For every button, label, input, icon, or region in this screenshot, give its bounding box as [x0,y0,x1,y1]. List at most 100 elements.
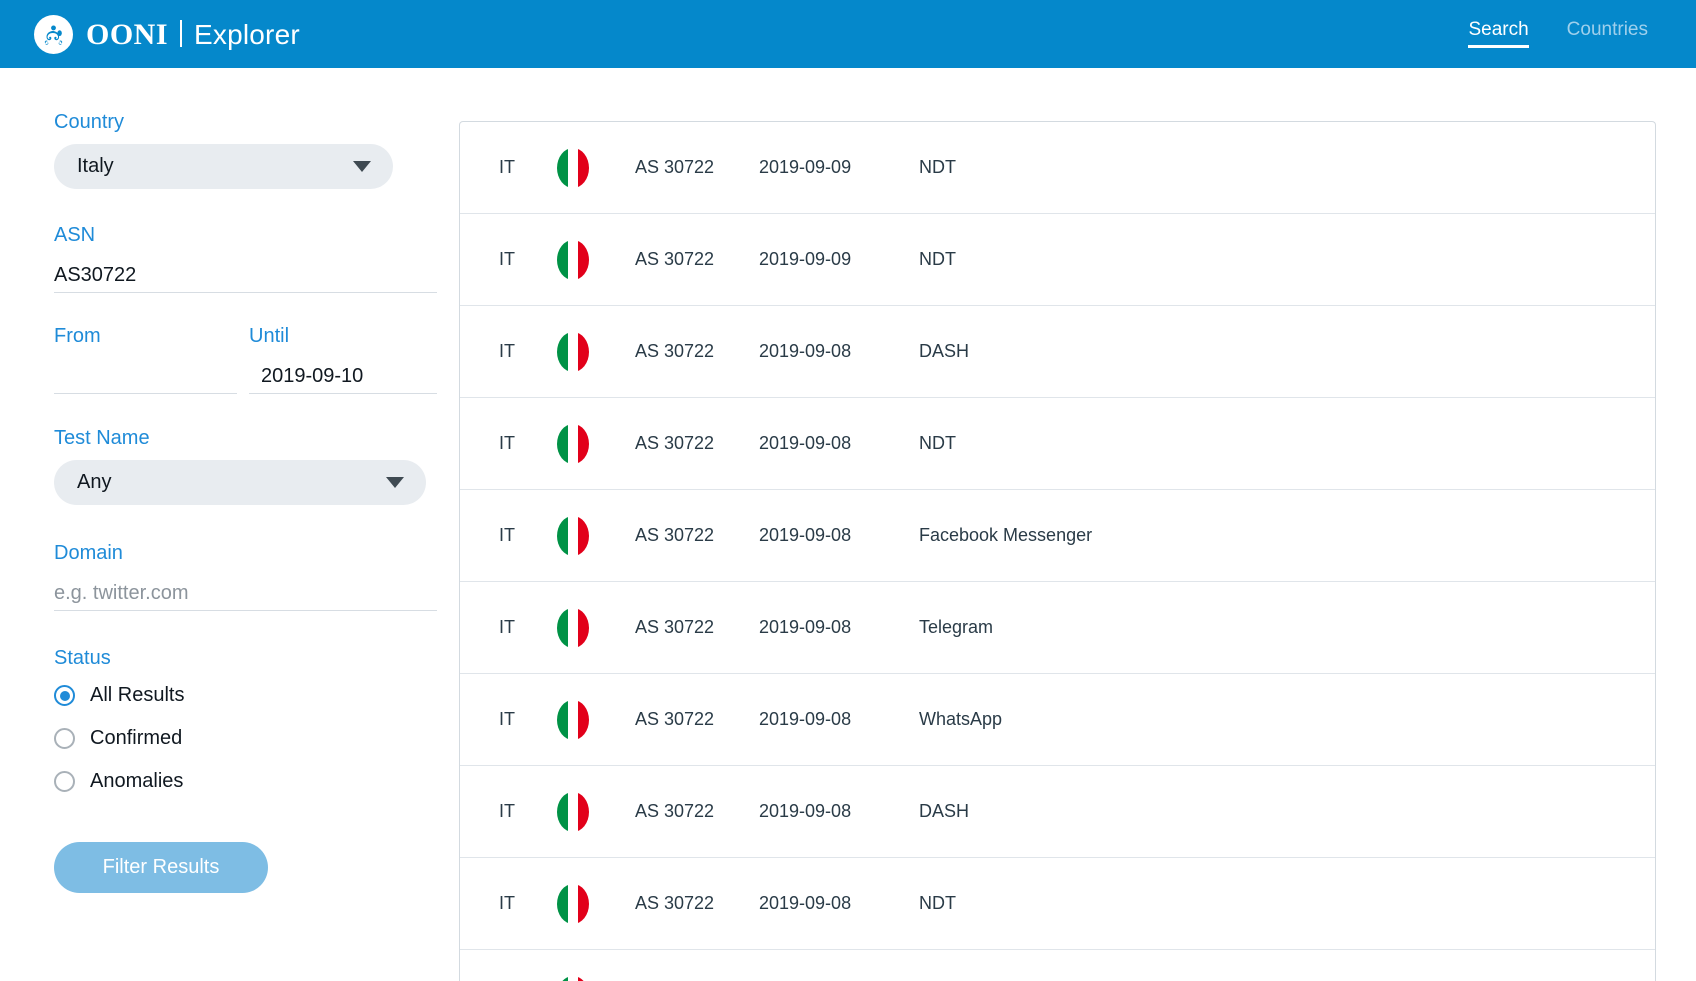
from-date-input[interactable] [54,358,237,394]
result-date: 2019-09-09 [759,157,919,178]
test-name-selected-value: Any [77,471,386,494]
result-asn: AS 30722 [635,893,759,914]
result-test-name: NDT [919,893,1655,914]
table-row[interactable]: IT AS 307222019-09-08NDT [460,858,1655,950]
asn-input-value: AS30722 [54,264,136,287]
brand-text: OONI Explorer [86,17,300,52]
status-option-confirmed[interactable]: Confirmed [54,717,459,760]
table-row[interactable]: ITAS 307222019-09-08DASH [460,766,1655,858]
table-row[interactable]: IT AS 307222019-09-08NDT [460,398,1655,490]
radio-icon-confirmed[interactable] [54,728,75,749]
result-country-code: IT [499,893,557,914]
nav-item-search[interactable]: Search [1468,20,1528,45]
brand-name-explorer: Explorer [194,19,300,51]
asn-label: ASN [54,225,437,245]
result-test-name: Facebook Messenger [919,525,1655,546]
asn-input[interactable]: AS30722 [54,257,437,293]
from-date-filter: From [54,326,237,394]
status-option-anomalies[interactable]: Anomalies [54,760,459,803]
result-asn: AS 30722 [635,433,759,454]
country-label: Country [54,112,393,132]
result-flag-cell [557,148,635,188]
result-date: 2019-09-08 [759,893,919,914]
until-date-filter: Until 2019-09-10 [249,326,437,394]
app-header: OONI Explorer Search Countries [0,0,1696,68]
status-option-all-results-label: All Results [90,684,184,707]
result-date: 2019-09-08 [759,617,919,638]
result-test-name: NDT [919,249,1655,270]
result-asn: AS 30722 [635,801,759,822]
status-option-all-results[interactable]: All Results [54,674,459,717]
result-test-name: DASH [919,341,1655,362]
until-date-value: 2019-09-10 [249,365,363,388]
status-option-anomalies-label: Anomalies [90,770,183,793]
table-row[interactable]: ITAS 307222019-09-08Facebook Messenger [460,490,1655,582]
until-date-input[interactable]: 2019-09-10 [249,358,437,394]
main-nav: Search Countries [1468,0,1648,68]
result-country-code: IT [499,341,557,362]
result-test-name: NDT [919,157,1655,178]
domain-filter: Domain e.g. twitter.com [54,543,437,611]
result-flag-cell [557,240,635,280]
result-test-name: Telegram [919,617,1655,638]
asn-filter: ASN AS30722 [54,225,437,293]
page-body: Country Italy ASN AS30722 From Until [0,68,1696,968]
radio-icon-anomalies[interactable] [54,771,75,792]
result-asn: AS 30722 [635,341,759,362]
brand-logo[interactable]: OONI Explorer [34,0,300,68]
result-asn: AS 30722 [635,525,759,546]
nav-item-countries[interactable]: Countries [1567,20,1648,45]
flag-it-icon [557,148,589,188]
result-country-code: IT [499,525,557,546]
chevron-down-icon [386,477,404,488]
test-name-filter: Test Name Any [54,428,426,505]
result-country-code: IT [499,157,557,178]
result-date: 2019-09-08 [759,801,919,822]
result-test-name: WhatsApp [919,709,1655,730]
until-label: Until [249,326,437,346]
date-range-filter: From Until 2019-09-10 [54,326,437,394]
flag-it-icon [557,332,589,372]
result-flag-cell [557,424,635,464]
result-country-code: IT [499,249,557,270]
flag-it-icon [557,608,589,648]
flag-it-icon [557,516,589,556]
flag-it-icon [557,700,589,740]
result-country-code: IT [499,709,557,730]
filter-results-button[interactable]: Filter Results [54,842,268,893]
table-row[interactable]: IT AS 307222019-09-09NDT [460,214,1655,306]
table-row[interactable]: ITAS 307222019-09-08DASH [460,306,1655,398]
result-asn: AS 30722 [635,249,759,270]
flag-it-icon [557,976,589,981]
country-select[interactable]: Italy [54,144,393,189]
result-country-code: IT [499,433,557,454]
table-row[interactable]: IT AS 307222019-09-09NDT [460,122,1655,214]
table-row[interactable]: ITAS 307222019-09-08WhatsApp [460,674,1655,766]
ooni-octopus-logo-icon [34,15,73,54]
table-row[interactable]: ITAS 307222019-09-08 [460,950,1655,981]
flag-it-icon [557,792,589,832]
domain-input-placeholder: e.g. twitter.com [54,582,189,605]
test-name-select[interactable]: Any [54,460,426,505]
status-label: Status [54,648,459,668]
radio-icon-all-results[interactable] [54,685,75,706]
result-asn: AS 30722 [635,617,759,638]
result-flag-cell [557,700,635,740]
domain-label: Domain [54,543,437,563]
chevron-down-icon [353,161,371,172]
flag-it-icon [557,884,589,924]
domain-input[interactable]: e.g. twitter.com [54,575,437,611]
result-date: 2019-09-09 [759,249,919,270]
table-row[interactable]: ITAS 307222019-09-08Telegram [460,582,1655,674]
result-test-name: DASH [919,801,1655,822]
result-asn: AS 30722 [635,157,759,178]
result-flag-cell [557,608,635,648]
result-date: 2019-09-08 [759,433,919,454]
country-filter: Country Italy [54,112,393,189]
result-test-name: NDT [919,433,1655,454]
results-panel: ITAS 307222019-09-09NDTITAS 307222019-09… [459,121,1656,981]
result-flag-cell [557,976,635,981]
filter-sidebar: Country Italy ASN AS30722 From Until [0,68,459,968]
result-flag-cell [557,516,635,556]
country-selected-value: Italy [77,155,353,178]
